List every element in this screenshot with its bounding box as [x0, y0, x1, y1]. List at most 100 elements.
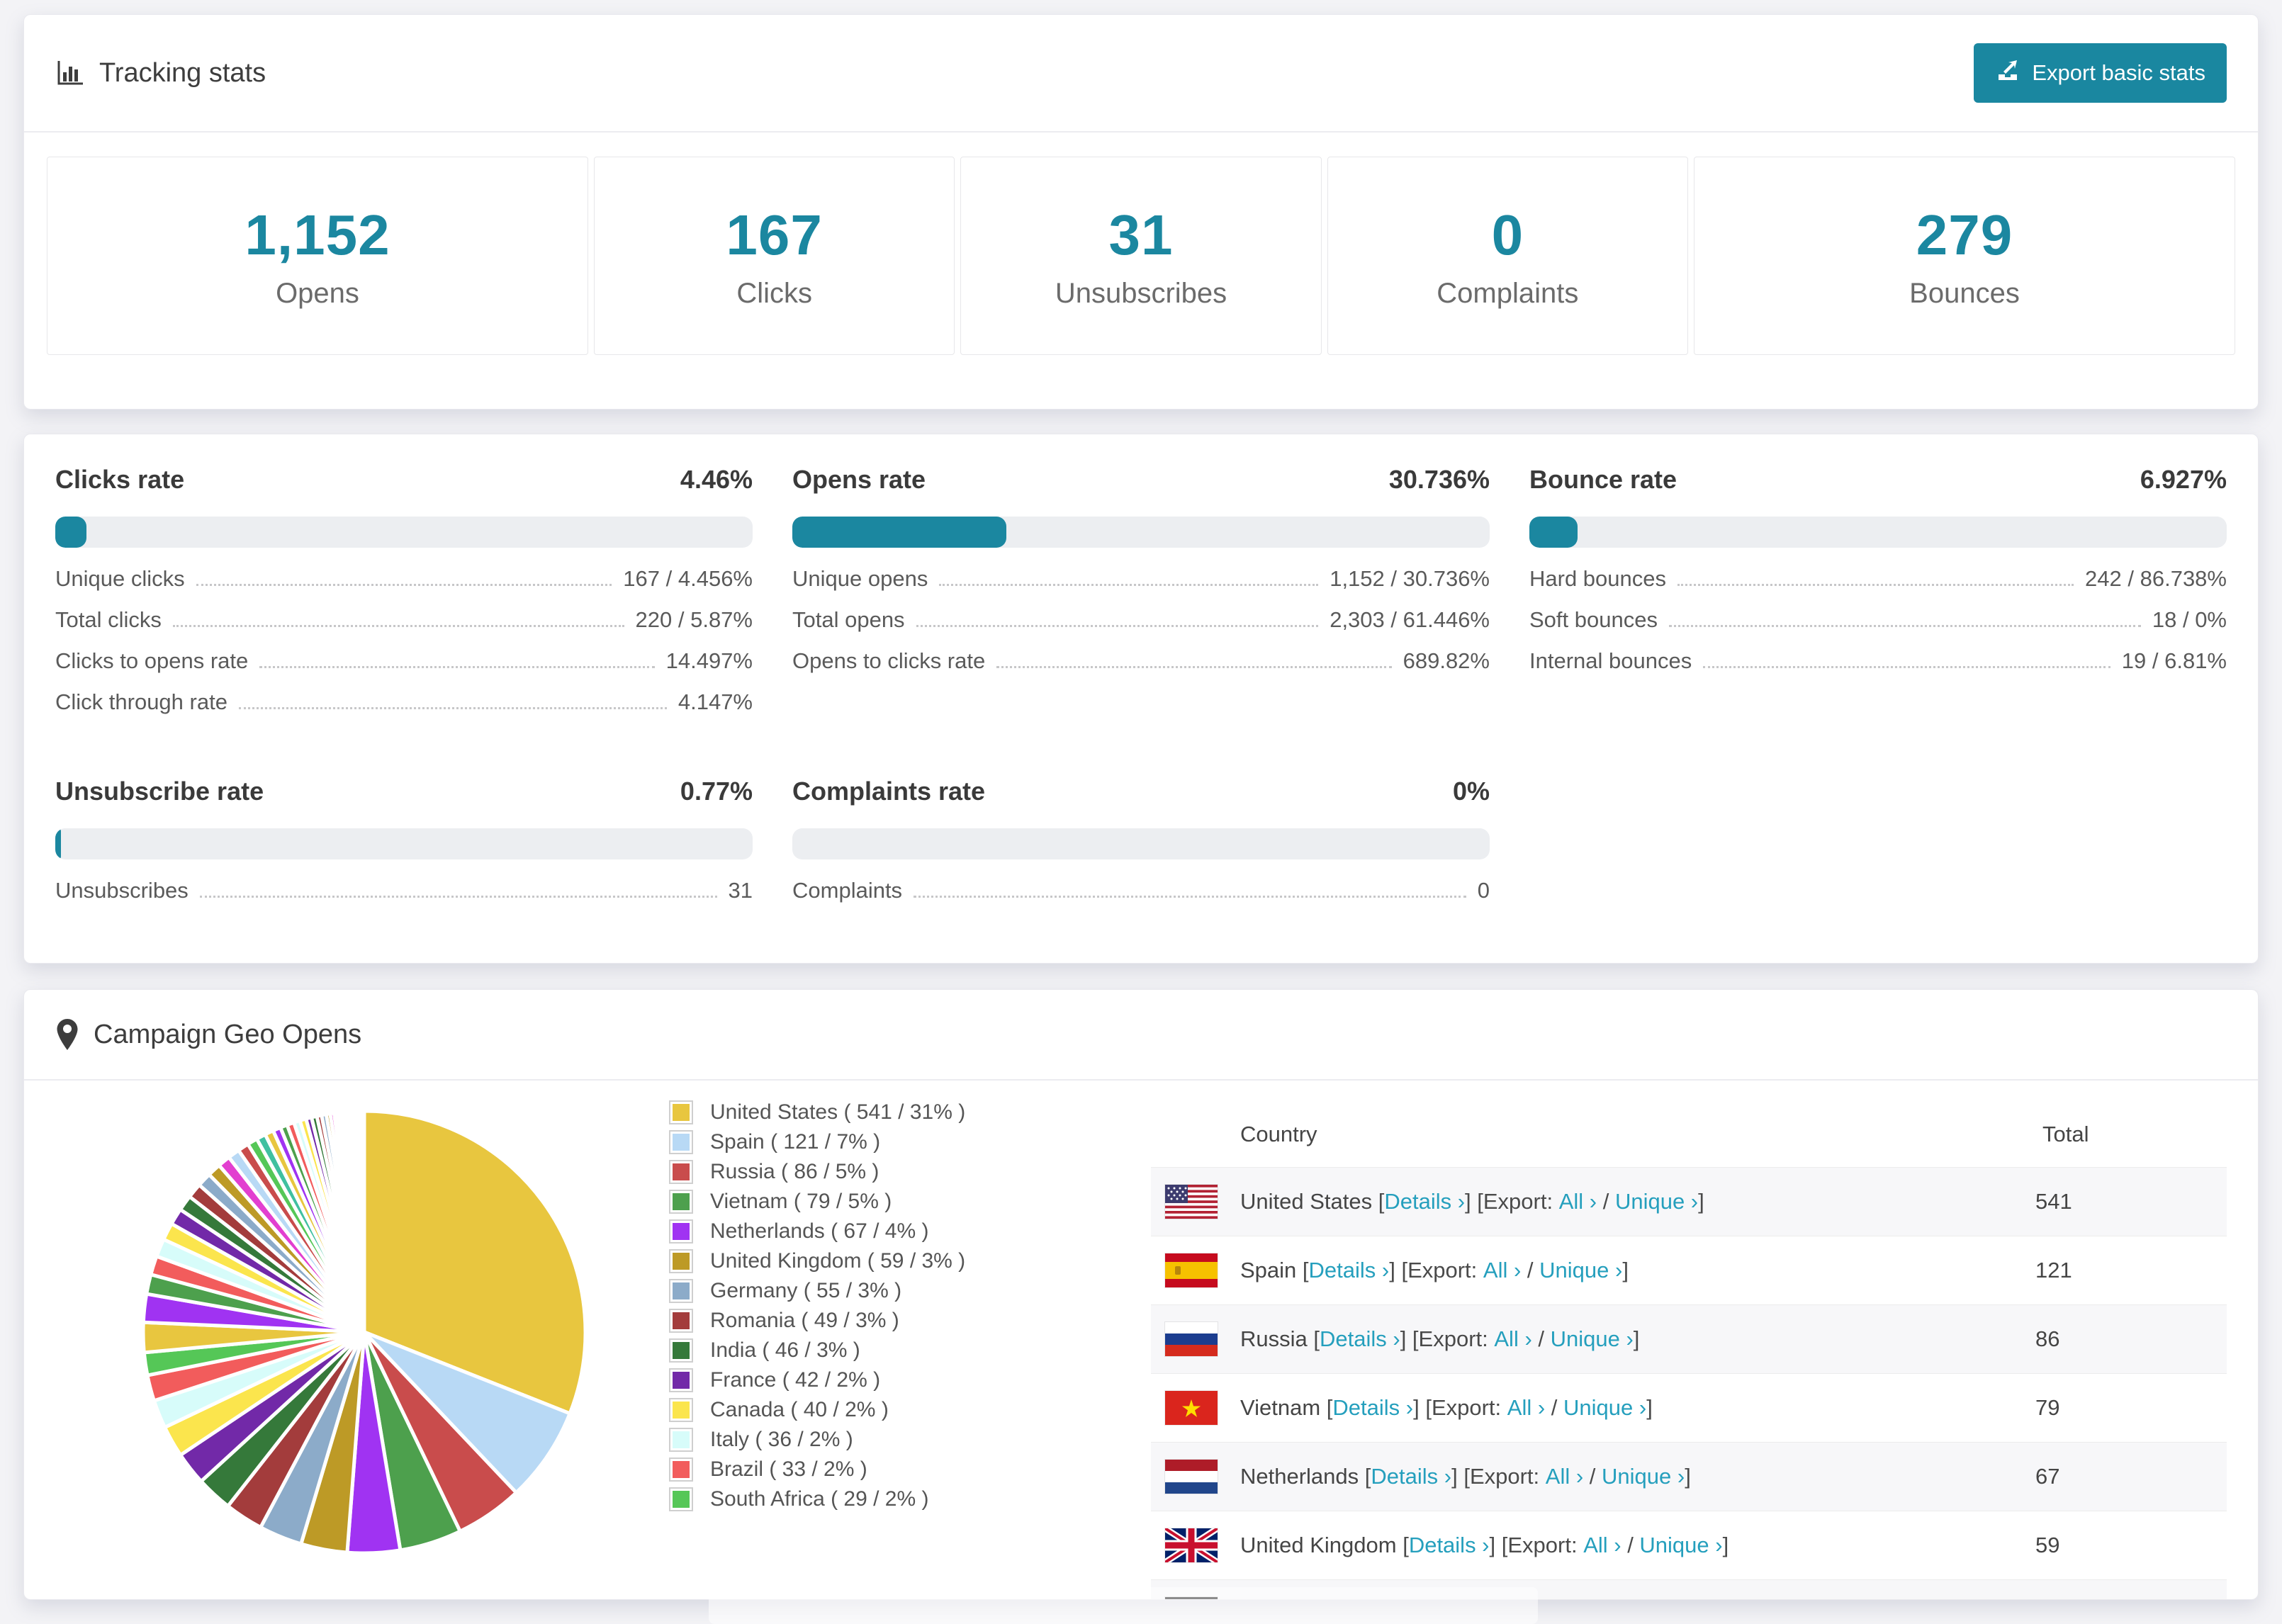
legend-item-germany: Germany ( 55 / 3% ) [669, 1279, 1101, 1303]
dotted-leader [196, 584, 612, 586]
unsubscribe-rate-progress-fill [55, 828, 61, 859]
legend-swatch-color [673, 1431, 690, 1448]
stat-box-complaints: 0 Complaints [1327, 157, 1688, 355]
export-unique-link-vietnam[interactable]: Unique › [1563, 1395, 1646, 1421]
geo-total-cell: 86 [2021, 1304, 2227, 1374]
bracket-text: ] [1646, 1395, 1653, 1420]
export-all-link-united-states[interactable]: All › [1559, 1189, 1597, 1214]
geo-table-row-netherlands: Netherlands [Details ›] [Export: All › /… [1151, 1442, 2227, 1511]
export-unique-link-netherlands[interactable]: Unique › [1602, 1464, 1685, 1489]
geo-country-cell: United Kingdom [Details ›] [Export: All … [1151, 1511, 2021, 1580]
geo-total-cell: 79 [2021, 1373, 2227, 1443]
legend-item-canada: Canada ( 40 / 2% ) [669, 1398, 1101, 1422]
opens-rate-progress-bar [792, 517, 1490, 548]
geo-country-cell-content: Vietnam [Details ›] [Export: All › / Uni… [1165, 1391, 2007, 1425]
opens-rate-block: Opens rate 30.736% Unique opens 1,152 / 30.… [792, 464, 1490, 731]
bracket-text: / [1621, 1533, 1640, 1557]
geo-pie-chart [123, 1091, 605, 1573]
details-link-united-states[interactable]: Details › [1384, 1189, 1465, 1214]
bracket-text: / [1531, 1326, 1551, 1351]
stat-box-opens: 1,152 Opens [47, 157, 588, 355]
legend-swatch [669, 1309, 693, 1333]
geo-country-cell-content: Russia [Details ›] [Export: All › / Uniq… [1165, 1322, 2007, 1356]
stat-value: 167 [726, 203, 823, 266]
clicks-rate-rows: Unique clicks 167 / 4.456% Total clicks 220… [55, 566, 753, 731]
geo-total-cell: 55 [2021, 1579, 2227, 1599]
export-unique-link-spain[interactable]: Unique › [1539, 1258, 1622, 1283]
rate-row-label: Total opens [792, 607, 905, 632]
legend-item-vietnam: Vietnam ( 79 / 5% ) [669, 1190, 1101, 1214]
export-all-link-vietnam[interactable]: All › [1507, 1395, 1545, 1421]
stat-value: 0 [1491, 203, 1524, 266]
rate-row: Click through rate 4.147% [55, 689, 753, 731]
geo-total-cell: 541 [2021, 1167, 2227, 1236]
stat-box-bounces: 279 Bounces [1694, 157, 2235, 355]
legend-swatch-color [673, 1402, 690, 1419]
bracket-text: ] [Export: [1400, 1326, 1495, 1351]
legend-swatch-color [673, 1253, 690, 1270]
geo-country-cell-content: United States [Details ›] [Export: All ›… [1165, 1185, 2007, 1219]
rate-row: Soft bounces 18 / 0% [1529, 607, 2227, 648]
campaign-geo-opens-card: Campaign Geo Opens United States ( 541 /… [23, 989, 2259, 1600]
rate-row: Opens to clicks rate 689.82% [792, 648, 1490, 689]
legend-swatch [669, 1279, 693, 1303]
export-all-link-spain[interactable]: All › [1483, 1258, 1521, 1283]
stat-value: 1,152 [244, 203, 390, 266]
complaints-rate-value: 0% [1452, 777, 1490, 806]
export-all-link-russia[interactable]: All › [1494, 1326, 1531, 1352]
unsubscribe-rate-head: Unsubscribe rate 0.77% [55, 776, 753, 807]
geo-country-cell: Germany [Details ›] [Export: All › / Uni… [1151, 1579, 2021, 1599]
rate-row-label: Clicks to opens rate [55, 648, 249, 673]
bracket-text: ] [Export: [1389, 1258, 1483, 1282]
geo-country-cell: Vietnam [Details ›] [Export: All › / Uni… [1151, 1373, 2021, 1443]
geo-country-cell: Spain [Details ›] [Export: All › / Uniqu… [1151, 1236, 2021, 1305]
export-all-link-netherlands[interactable]: All › [1546, 1464, 1583, 1489]
geo-table-row-russia: Russia [Details ›] [Export: All › / Uniq… [1151, 1304, 2227, 1374]
export-unique-link-united-states[interactable]: Unique › [1615, 1189, 1698, 1214]
vietnam-flag-icon [1165, 1391, 1218, 1425]
tracking-stats-title-text: Tracking stats [99, 57, 266, 88]
dotted-leader [259, 666, 655, 668]
dotted-leader [199, 896, 717, 898]
legend-swatch [669, 1398, 693, 1422]
legend-swatch-color [673, 1282, 690, 1299]
bounce-rate-title: Bounce rate [1529, 465, 1677, 494]
export-all-link-united-kingdom[interactable]: All › [1583, 1533, 1621, 1558]
rate-row: Clicks to opens rate 14.497% [55, 648, 753, 689]
geo-table-row-spain: Spain [Details ›] [Export: All › / Uniqu… [1151, 1236, 2227, 1305]
export-basic-stats-button[interactable]: Export basic stats [1974, 43, 2227, 103]
map-marker-icon [55, 1018, 79, 1051]
legend-item-united-kingdom: United Kingdom ( 59 / 3% ) [669, 1249, 1101, 1273]
complaints-rate-head: Complaints rate 0% [792, 776, 1490, 807]
details-link-netherlands[interactable]: Details › [1371, 1464, 1451, 1489]
geo-table-row-vietnam: Vietnam [Details ›] [Export: All › / Uni… [1151, 1373, 2227, 1443]
legend-item-romania: Romania ( 49 / 3% ) [669, 1309, 1101, 1333]
details-link-united-kingdom[interactable]: Details › [1409, 1533, 1490, 1558]
export-unique-link-united-kingdom[interactable]: Unique › [1639, 1533, 1722, 1558]
legend-swatch [669, 1428, 693, 1452]
bracket-text: [ [1326, 1395, 1333, 1420]
legend-swatch-color [673, 1372, 690, 1389]
rate-row-label: Soft bounces [1529, 607, 1658, 632]
rate-row-value: 689.82% [1403, 648, 1490, 673]
stat-box-clicks: 167 Clicks [594, 157, 955, 355]
rate-row-value: 1,152 / 30.736% [1330, 566, 1490, 591]
campaign-geo-opens-header: Campaign Geo Opens [24, 990, 2258, 1081]
legend-swatch [669, 1368, 693, 1392]
legend-label: Italy ( 36 / 2% ) [710, 1428, 853, 1451]
geo-country-cell-content: Netherlands [Details ›] [Export: All › /… [1165, 1460, 2007, 1494]
opens-rate-rows: Unique opens 1,152 / 30.736% Total opens 2,… [792, 566, 1490, 689]
details-link-russia[interactable]: Details › [1320, 1326, 1400, 1352]
bracket-text: [ [1403, 1533, 1409, 1557]
geo-country-cell: United States [Details ›] [Export: All ›… [1151, 1167, 2021, 1236]
details-link-vietnam[interactable]: Details › [1332, 1395, 1413, 1421]
tracking-stats-card: Tracking stats Export basic stats 1,152 O… [23, 14, 2259, 410]
details-link-spain[interactable]: Details › [1309, 1258, 1390, 1283]
rate-row: Unique clicks 167 / 4.456% [55, 566, 753, 607]
tracking-stats-header: Tracking stats Export basic stats [24, 15, 2258, 132]
bounce-rate-rows: Hard bounces 242 / 86.738% Soft bounces 18 … [1529, 566, 2227, 689]
export-unique-link-russia[interactable]: Unique › [1551, 1326, 1634, 1352]
legend-item-spain: Spain ( 121 / 7% ) [669, 1130, 1101, 1154]
legend-label: United Kingdom ( 59 / 3% ) [710, 1249, 966, 1273]
rate-row: Total clicks 220 / 5.87% [55, 607, 753, 648]
